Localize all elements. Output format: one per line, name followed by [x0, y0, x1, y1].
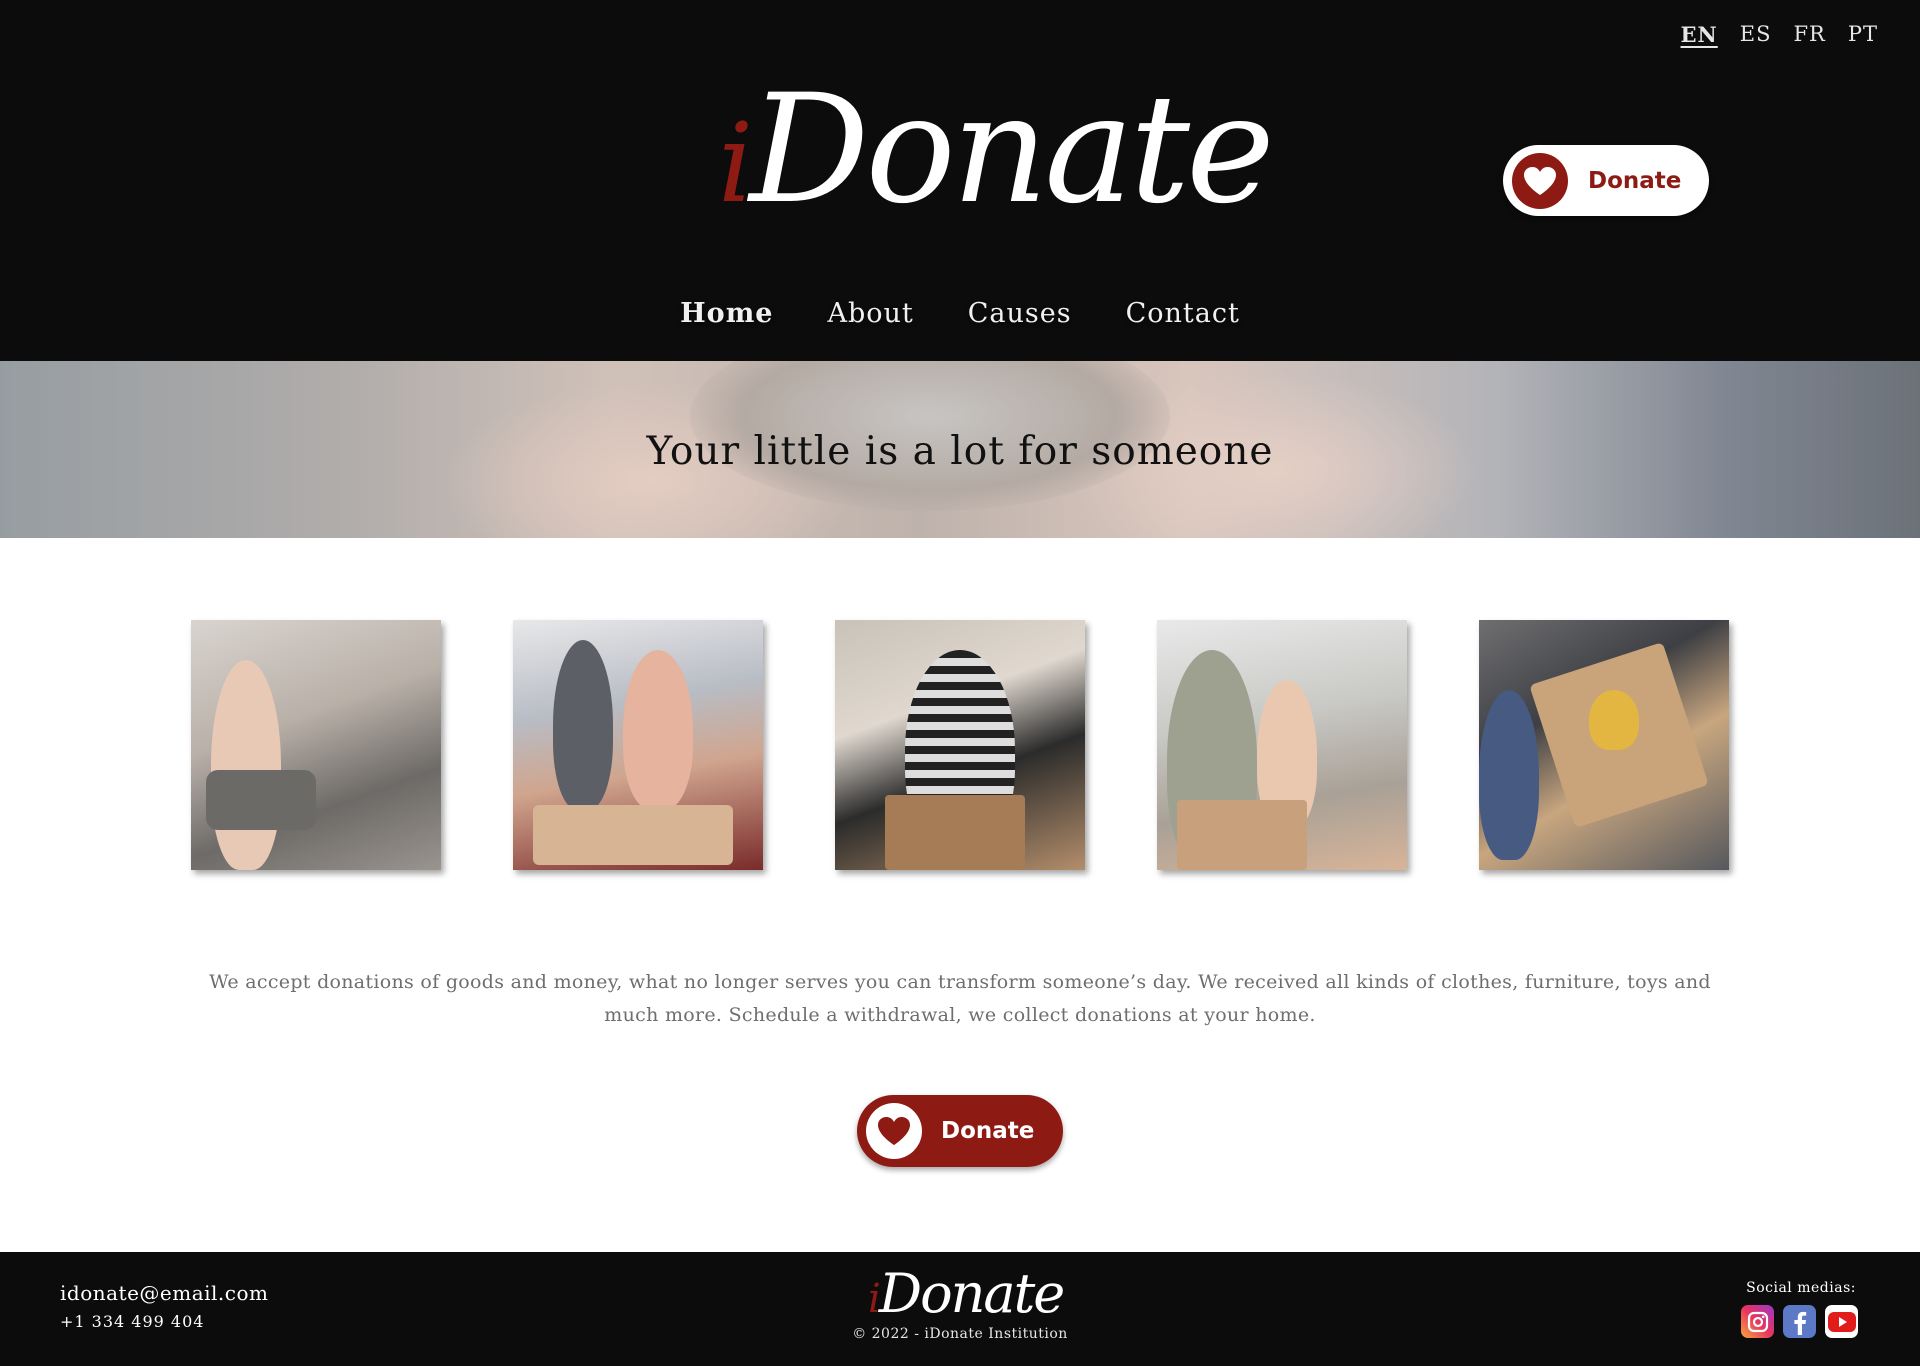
header-donate-button[interactable]: Donate [1503, 145, 1709, 216]
site-header: EN ES FR PT iDonate Donate Home About Ca… [0, 0, 1920, 361]
footer-copyright: © 2022 - iDonate Institution [852, 1326, 1068, 1342]
footer-email[interactable]: idonate@email.com [60, 1281, 269, 1305]
header-donate-label: Donate [1588, 167, 1682, 194]
heart-icon [866, 1103, 922, 1159]
footer-logo[interactable]: iDonate [864, 1260, 1065, 1330]
main-nav: Home About Causes Contact [0, 298, 1920, 329]
nav-causes[interactable]: Causes [968, 298, 1072, 329]
volunteer-with-box-photo [835, 620, 1085, 870]
hero-title: Your little is a lot for someone [646, 429, 1274, 474]
footer-phone: +1 334 499 404 [60, 1312, 205, 1331]
nav-contact[interactable]: Contact [1126, 298, 1240, 329]
main-donate-label: Donate [941, 1118, 1035, 1144]
social-links [1741, 1305, 1858, 1338]
volunteers-team-hands-photo [513, 620, 763, 870]
nav-home[interactable]: Home [680, 298, 773, 329]
description-text: We accept donations of goods and money, … [209, 971, 1711, 1026]
language-selector: EN ES FR PT [1681, 22, 1878, 47]
logo-wordmark: iDonate [718, 63, 1275, 237]
volunteers-packing-boxes-photo [1157, 620, 1407, 870]
youtube-icon[interactable] [1825, 1305, 1858, 1338]
nav-about[interactable]: About [827, 298, 913, 329]
lang-pt[interactable]: PT [1848, 22, 1878, 47]
site-logo[interactable]: iDonate [718, 60, 1275, 240]
donation-box-handover-photo [1479, 620, 1729, 870]
lang-fr[interactable]: FR [1793, 22, 1825, 47]
instagram-icon[interactable] [1741, 1305, 1774, 1338]
heart-icon [1512, 152, 1568, 209]
site-footer: idonate@email.com +1 334 499 404 iDonate… [0, 1252, 1920, 1366]
volunteer-holding-clothes-photo [191, 620, 441, 870]
lang-en[interactable]: EN [1681, 22, 1718, 47]
footer-logo-wordmark: iDonate [868, 1262, 1065, 1325]
social-label: Social medias: [1746, 1280, 1856, 1296]
lang-es[interactable]: ES [1740, 22, 1772, 47]
main-donate-button[interactable]: Donate [857, 1095, 1063, 1167]
hero-banner: Your little is a lot for someone [0, 361, 1920, 538]
facebook-icon[interactable] [1783, 1305, 1816, 1338]
